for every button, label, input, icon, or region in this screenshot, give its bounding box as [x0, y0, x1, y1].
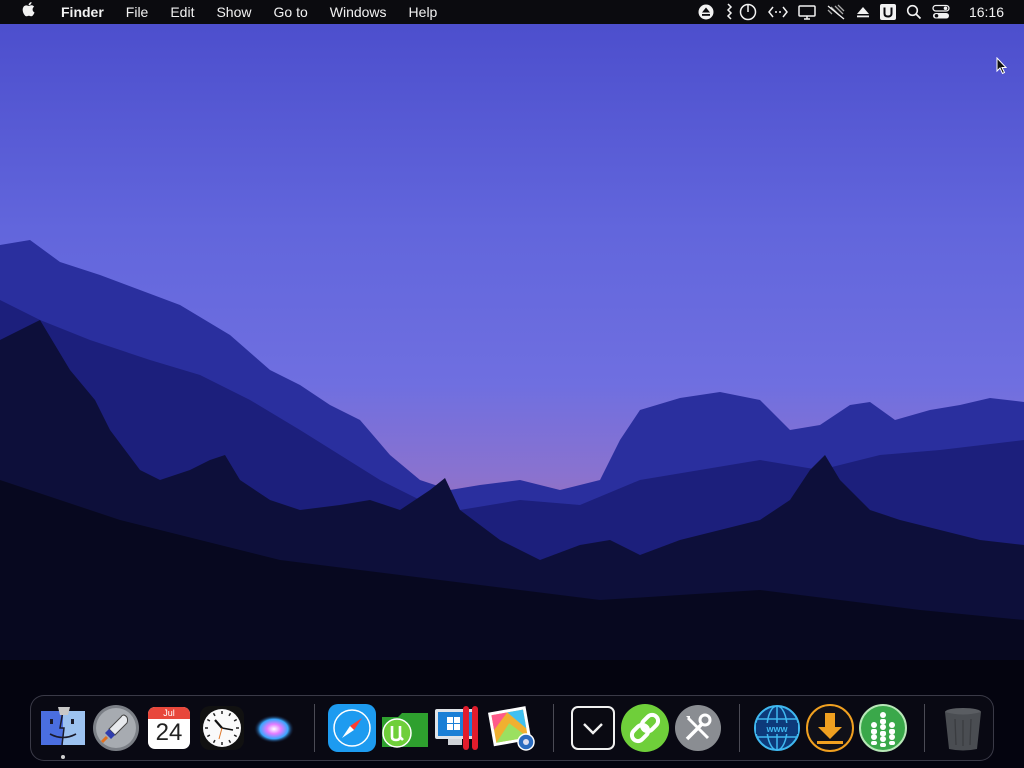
calendar-month: Jul	[163, 708, 175, 718]
desktop-wallpaper	[0, 0, 1024, 768]
eject-icon[interactable]	[698, 0, 714, 24]
control-center-icon[interactable]	[932, 0, 950, 24]
calendar-icon: Jul 24	[148, 707, 190, 749]
menu-go-to[interactable]: Go to	[263, 0, 319, 24]
dock-item-safari[interactable]	[327, 703, 377, 753]
download-arrow-icon	[806, 704, 854, 752]
dock-item-launchpad[interactable]	[91, 703, 141, 753]
dock-item-link[interactable]	[620, 703, 670, 753]
www-globe-icon: www	[754, 705, 800, 751]
dock-item-downloads[interactable]	[568, 703, 618, 753]
dock-item-finder[interactable]	[38, 703, 88, 753]
calendar-day: 24	[155, 719, 183, 746]
apple-menu[interactable]	[0, 0, 50, 24]
dock-separator	[553, 704, 554, 752]
dock-item-people[interactable]	[858, 703, 908, 753]
apple-icon	[22, 2, 35, 17]
link-chain-icon	[621, 704, 669, 752]
finder-icon	[41, 707, 85, 746]
downloads-chevron-icon	[571, 706, 615, 750]
dock-item-photo-viewer[interactable]	[486, 703, 536, 753]
wifi-off-icon[interactable]	[826, 0, 846, 24]
dock-item-clock[interactable]	[197, 703, 247, 753]
dock-item-system-tools[interactable]	[673, 703, 723, 753]
search-icon[interactable]	[906, 0, 922, 24]
launchpad-rocket-icon	[93, 705, 139, 751]
svg-text:www: www	[765, 724, 788, 734]
dock: Jul 24 www	[30, 695, 994, 761]
siri-icon	[254, 715, 294, 743]
dock-item-parallels[interactable]	[433, 703, 483, 753]
running-indicator	[61, 755, 65, 759]
dock-separator	[924, 704, 925, 752]
menu-clock[interactable]: 16:16	[969, 4, 1004, 20]
u-box-icon[interactable]	[879, 0, 896, 24]
menu-help[interactable]: Help	[398, 0, 449, 24]
mouse-pointer-icon	[996, 57, 1008, 75]
upload-triangle-icon[interactable]	[856, 0, 870, 24]
menu-windows[interactable]: Windows	[319, 0, 398, 24]
utorrent-icon	[382, 713, 428, 748]
clock-icon	[200, 706, 244, 750]
menu-show[interactable]: Show	[205, 0, 262, 24]
dock-separator	[739, 704, 740, 752]
dock-item-www[interactable]: www	[752, 703, 802, 753]
menu-bar: Finder File Edit Show Go to Windows Help	[0, 0, 1024, 24]
people-network-icon	[859, 704, 907, 752]
trash-icon	[945, 708, 981, 751]
code-brackets-icon[interactable]	[767, 0, 788, 24]
dock-item-utorrent[interactable]	[380, 703, 430, 753]
system-tools-icon	[675, 705, 721, 751]
display-icon[interactable]	[798, 0, 816, 24]
menu-file[interactable]: File	[115, 0, 160, 24]
safari-compass-icon	[328, 704, 376, 752]
dock-item-trash[interactable]	[938, 703, 988, 753]
dock-item-calendar[interactable]: Jul 24	[145, 703, 195, 753]
dock-separator	[314, 704, 315, 752]
photo-viewer-icon	[488, 706, 535, 751]
menu-app-finder[interactable]: Finder	[50, 0, 115, 24]
menu-edit[interactable]: Edit	[159, 0, 205, 24]
dock-item-downloader[interactable]	[805, 703, 855, 753]
usb-power-icon[interactable]	[724, 0, 758, 24]
dock-item-siri[interactable]	[249, 703, 299, 753]
parallels-windows-icon	[435, 706, 478, 750]
